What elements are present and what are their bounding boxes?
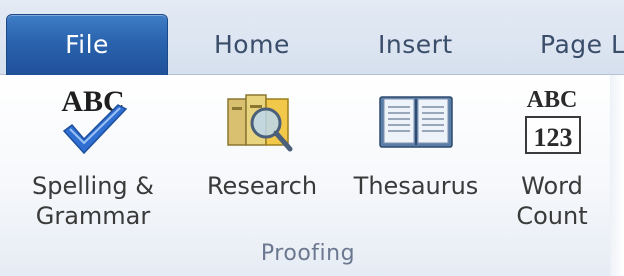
word-ribbon-review: File Home Insert Page L ABC Spelling & G… xyxy=(0,0,624,276)
spelling-grammar-button[interactable]: ABC Spelling & Grammar xyxy=(20,75,166,243)
proofing-group: ABC Spelling & Grammar Research Thesauru… xyxy=(6,75,611,271)
tab-home[interactable]: Home xyxy=(214,28,290,62)
svg-text:ABC: ABC xyxy=(527,87,578,113)
ribbon-group-separator xyxy=(610,75,624,276)
ribbon-tab-strip: File Home Insert Page L xyxy=(0,0,624,75)
spelling-grammar-icon: ABC xyxy=(61,85,128,155)
research-button[interactable]: Research xyxy=(196,75,328,243)
thesaurus-button[interactable]: Thesaurus xyxy=(338,75,494,243)
svg-text:123: 123 xyxy=(534,123,573,152)
word-count-icon: ABC 123 xyxy=(525,87,581,154)
word-count-label: Word Count xyxy=(516,172,588,230)
proofing-group-label: Proofing xyxy=(260,241,356,266)
tab-insert[interactable]: Insert xyxy=(378,28,453,62)
spelling-grammar-label: Spelling & Grammar xyxy=(31,172,155,230)
tab-page-layout[interactable]: Page L xyxy=(540,28,624,62)
tab-file[interactable]: File xyxy=(6,14,168,75)
word-count-button[interactable]: ABC 123 Word Count xyxy=(500,75,604,243)
thesaurus-icon xyxy=(379,96,453,148)
research-label: Research xyxy=(206,172,318,200)
research-icon xyxy=(227,94,293,152)
thesaurus-label: Thesaurus xyxy=(353,172,479,200)
ribbon-body: ABC Spelling & Grammar Research Thesauru… xyxy=(0,75,624,276)
